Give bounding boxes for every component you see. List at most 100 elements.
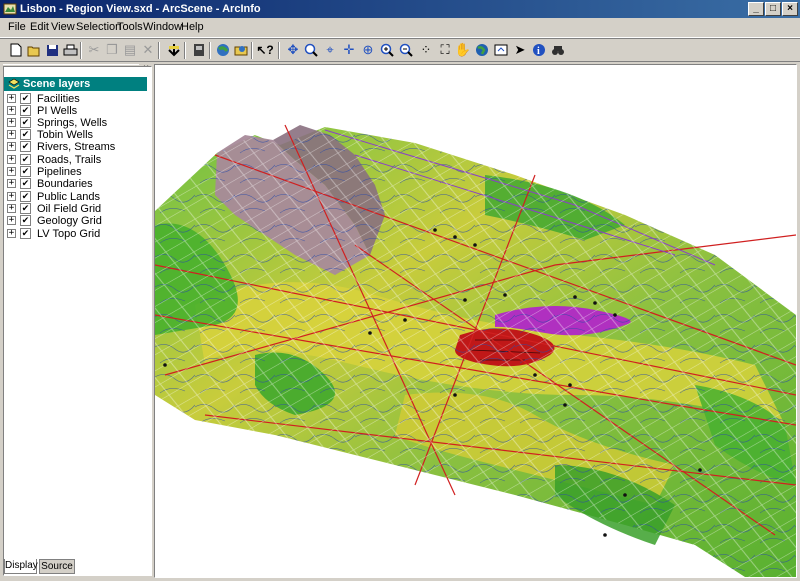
layer-label: LV Topo Grid [37,228,101,240]
paste-icon[interactable]: ▤ [122,42,138,58]
layer-checkbox[interactable]: ✔ [20,166,31,177]
copy-icon[interactable]: ❐ [104,42,120,58]
expand-icon[interactable]: + [7,167,16,176]
expand-icon[interactable]: + [7,155,16,164]
toolbar: ✂ ❐ ▤ ✕ ↖? ✥ ⌖ ✛ ⊕ ⁘ ⛶ ✋ ➤ i [0,38,800,62]
layer-row[interactable]: + ✔ Rivers, Streams [4,141,147,153]
layer-checkbox[interactable]: ✔ [20,203,31,214]
window-title: Lisbon - Region View.sxd - ArcScene - Ar… [20,3,261,15]
layer-row[interactable]: + ✔ Geology Grid [4,215,147,227]
close-button[interactable]: × [782,2,798,16]
layer-row[interactable]: + ✔ Springs, Wells [4,117,147,129]
expand-icon[interactable]: + [7,216,16,225]
menu-file[interactable]: File [8,21,26,33]
expand-icon[interactable]: + [7,229,16,238]
info-icon[interactable]: i [531,42,547,58]
minimize-button[interactable]: _ [748,2,764,16]
layer-row[interactable]: + ✔ Roads, Trails [4,154,147,166]
title-bar: Lisbon - Region View.sxd - ArcScene - Ar… [0,0,800,18]
fixed-extent-icon[interactable]: ⛶ [437,42,453,58]
menu-help[interactable]: Help [181,21,204,33]
scene-layers-header[interactable]: Scene layers [4,77,147,91]
layer-label: Oil Field Grid [37,203,102,215]
layer-row[interactable]: + ✔ LV Topo Grid [4,228,147,240]
layer-row[interactable]: + ✔ PI Wells [4,105,147,117]
identify-layer-icon[interactable] [493,42,509,58]
menu-tools[interactable]: Tools [117,21,143,33]
layer-checkbox[interactable]: ✔ [20,228,31,239]
new-icon[interactable] [8,42,24,58]
full-extent-icon[interactable]: ⁘ [418,42,434,58]
layer-checkbox[interactable]: ✔ [20,129,31,140]
toolbar-separator [209,42,211,59]
scene-view[interactable] [154,64,797,578]
layer-row[interactable]: + ✔ Pipelines [4,166,147,178]
cut-icon[interactable]: ✂ [86,42,102,58]
layer-label: Public Lands [37,191,100,203]
layer-label: PI Wells [37,105,78,117]
layer-label: Springs, Wells [37,117,108,129]
layer-row[interactable]: + ✔ Oil Field Grid [4,203,147,215]
tab-source[interactable]: Source [39,559,75,574]
toolbar-separator [251,42,253,59]
delete-icon[interactable]: ✕ [140,42,156,58]
center-on-target-icon[interactable]: ⌖ [322,42,338,58]
expand-icon[interactable]: + [7,130,16,139]
save-icon[interactable] [44,42,60,58]
layer-checkbox[interactable]: ✔ [20,154,31,165]
layer-row[interactable]: + ✔ Tobin Wells [4,129,147,141]
zoom-in-icon[interactable] [379,42,395,58]
globe-icon[interactable] [474,42,490,58]
animation-icon[interactable] [191,42,207,58]
layer-checkbox[interactable]: ✔ [20,178,31,189]
whats-this-icon[interactable]: ↖? [256,42,273,58]
maximize-button[interactable]: □ [765,2,781,16]
scene-properties-icon[interactable] [215,42,231,58]
tab-display[interactable]: Display [4,559,38,574]
layer-checkbox[interactable]: ✔ [20,215,31,226]
add-data-icon[interactable] [166,42,182,58]
layer-label: Facilities [37,93,80,105]
zoom-out-icon[interactable] [398,42,414,58]
scene-layers-label: Scene layers [23,78,91,90]
menu-window[interactable]: Window [143,21,182,33]
expand-icon[interactable]: + [7,94,16,103]
arcscene-app-icon [3,3,17,15]
layer-checkbox[interactable]: ✔ [20,105,31,116]
expand-icon[interactable]: + [7,179,16,188]
terrain-3d-scene[interactable] [155,65,796,577]
zoom-to-target-icon[interactable]: ✛ [341,42,357,58]
expand-icon[interactable]: + [7,192,16,201]
toolbar-separator [278,42,280,59]
topo-grid-mesh [155,127,796,577]
menu-edit[interactable]: Edit [30,21,49,33]
toolbar-separator [158,42,160,59]
zoom-in-out-icon[interactable] [303,42,319,58]
pan-icon[interactable]: ✋ [455,42,471,58]
menu-selection[interactable]: Selection [76,21,121,33]
expand-icon[interactable]: + [7,142,16,151]
menu-bar: File Edit View Selection Tools Window He… [0,18,800,38]
expand-icon[interactable]: + [7,106,16,115]
expand-icon[interactable]: + [7,204,16,213]
layer-row[interactable]: + ✔ Public Lands [4,191,147,203]
open-icon[interactable] [26,42,42,58]
layer-row[interactable]: + ✔ Boundaries [4,178,147,190]
layer-checkbox[interactable]: ✔ [20,93,31,104]
toolbar-separator [80,42,82,59]
set-observer-icon[interactable]: ⊕ [360,42,376,58]
expand-icon[interactable]: + [7,118,16,127]
layer-checkbox[interactable]: ✔ [20,191,31,202]
menu-view[interactable]: View [51,21,75,33]
layer-row[interactable]: + ✔ Facilities [4,93,147,105]
layer-label: Rivers, Streams [37,141,116,153]
layer-checkbox[interactable]: ✔ [20,141,31,152]
svg-text:i: i [537,46,540,57]
layer-checkbox[interactable]: ✔ [20,117,31,128]
navigate-icon[interactable]: ✥ [285,42,301,58]
layer-label: Boundaries [37,178,93,190]
select-elements-icon[interactable]: ➤ [512,42,528,58]
find-icon[interactable] [550,42,566,58]
print-icon[interactable] [62,42,78,58]
arccatalog-icon[interactable] [233,42,249,58]
